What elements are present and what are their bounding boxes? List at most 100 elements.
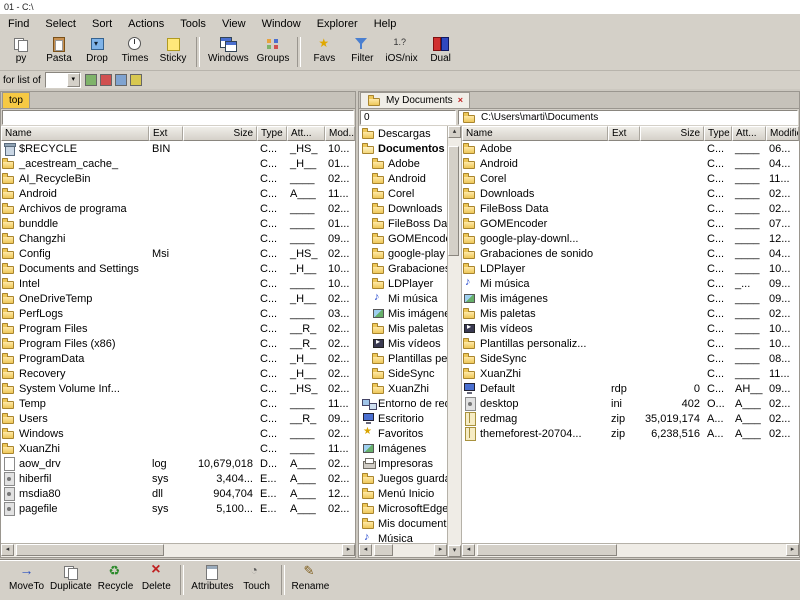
menu-item-actions[interactable]: Actions bbox=[120, 16, 172, 32]
toolbar-button-py[interactable]: py bbox=[2, 35, 40, 65]
menu-item-tools[interactable]: Tools bbox=[172, 16, 214, 32]
right-file-row[interactable]: Mis vídeosC...____10... bbox=[462, 321, 799, 336]
tree-item-grabaciones[interactable]: Grabaciones bbox=[359, 261, 447, 276]
left-file-row[interactable]: $RECYCLEBINC..._HS_10... bbox=[1, 141, 355, 156]
tree-item-android[interactable]: Android bbox=[359, 171, 447, 186]
right-col-size[interactable]: Size bbox=[640, 126, 704, 141]
right-path-bar[interactable]: C:\Users\marti\Documents bbox=[458, 110, 798, 125]
bottom-button-recycle[interactable]: Recycle bbox=[95, 563, 137, 593]
left-file-row[interactable]: bunddleC...____01... bbox=[1, 216, 355, 231]
left-file-row[interactable]: pagefilesys5,100...E...A___02... bbox=[1, 501, 355, 516]
tree-item-microsoftedgee[interactable]: MicrosoftEdgeE bbox=[359, 501, 447, 516]
left-col-mod[interactable]: Mod... bbox=[325, 126, 355, 141]
clear-filter-icon[interactable] bbox=[100, 74, 112, 86]
tree-item-xuanzhi[interactable]: XuanZhi bbox=[359, 381, 447, 396]
menu-item-sort[interactable]: Sort bbox=[84, 16, 120, 32]
menu-item-select[interactable]: Select bbox=[37, 16, 84, 32]
tree-item-mis-paletas[interactable]: Mis paletas bbox=[359, 321, 447, 336]
menu-item-view[interactable]: View bbox=[214, 16, 254, 32]
toolbar-button-dual[interactable]: Dual bbox=[422, 35, 460, 65]
left-col-name[interactable]: Name bbox=[1, 126, 149, 141]
scroll-right-icon[interactable]: ▸ bbox=[342, 544, 355, 556]
filter-combo[interactable]: ▾ bbox=[45, 72, 81, 88]
left-file-row[interactable]: aow_drvlog10,679,018D...A___02... bbox=[1, 456, 355, 471]
bottom-button-attributes[interactable]: Attributes bbox=[188, 563, 236, 593]
toolbar-button-times[interactable]: Times bbox=[116, 35, 154, 65]
scroll-right-icon[interactable]: ▸ bbox=[786, 544, 799, 556]
right-file-row[interactable]: DownloadsC...____02... bbox=[462, 186, 799, 201]
left-col-ext[interactable]: Ext bbox=[149, 126, 183, 141]
tree-item-juegos-guardad[interactable]: Juegos guardad bbox=[359, 471, 447, 486]
right-col-modifie[interactable]: Modifie... bbox=[766, 126, 799, 141]
tab-my-documents[interactable]: My Documents × bbox=[360, 92, 470, 108]
tree-hscrollbar[interactable]: ◂ ▸ bbox=[359, 543, 447, 557]
tree-item-men-inicio[interactable]: Menú Inicio bbox=[359, 486, 447, 501]
tree-item-plantillas-pe[interactable]: Plantillas pe bbox=[359, 351, 447, 366]
right-file-row[interactable]: AndroidC...____04... bbox=[462, 156, 799, 171]
tree-item-m-sica[interactable]: Música bbox=[359, 531, 447, 543]
bottom-button-rename[interactable]: Rename bbox=[289, 563, 333, 593]
left-file-row[interactable]: Program Files (x86)C...__R_02... bbox=[1, 336, 355, 351]
tree-item-adobe[interactable]: Adobe bbox=[359, 156, 447, 171]
scroll-left-icon[interactable]: ◂ bbox=[462, 544, 475, 556]
tree-item-google-play[interactable]: google-play bbox=[359, 246, 447, 261]
apply-filter-icon[interactable] bbox=[85, 74, 97, 86]
refresh-icon[interactable] bbox=[130, 74, 142, 86]
right-file-row[interactable]: desktopini402O...A___02... bbox=[462, 396, 799, 411]
bottom-button-moveto[interactable]: MoveTo bbox=[6, 563, 47, 593]
right-file-row[interactable]: Grabaciones de sonidoC...____04... bbox=[462, 246, 799, 261]
toolbar-button-favs[interactable]: Favs bbox=[305, 35, 343, 65]
tree-vscrollbar[interactable]: ▴ ▾ bbox=[447, 126, 462, 557]
left-file-row[interactable]: XuanZhiC...____11... bbox=[1, 441, 355, 456]
right-file-row[interactable]: AdobeC...____06... bbox=[462, 141, 799, 156]
tree-item-ldplayer[interactable]: LDPlayer bbox=[359, 276, 447, 291]
toolbar-button-pasta[interactable]: Pasta bbox=[40, 35, 78, 65]
right-file-row[interactable]: Plantillas personaliz...C...____10... bbox=[462, 336, 799, 351]
right-file-row[interactable]: Defaultrdp0C...AH__09... bbox=[462, 381, 799, 396]
left-file-row[interactable]: ConfigMsiC..._HS_02... bbox=[1, 246, 355, 261]
left-file-row[interactable]: System Volume Inf...C..._HS_02... bbox=[1, 381, 355, 396]
tree-item-mis-documento[interactable]: Mis documento bbox=[359, 516, 447, 531]
right-file-row[interactable]: redmagzip35,019,174A...A___02... bbox=[462, 411, 799, 426]
left-hscrollbar[interactable]: ◂ ▸ bbox=[1, 543, 355, 557]
left-file-row[interactable]: Program FilesC...__R_02... bbox=[1, 321, 355, 336]
left-file-row[interactable]: IntelC...____10... bbox=[1, 276, 355, 291]
right-col-ext[interactable]: Ext bbox=[608, 126, 640, 141]
tree-item-descargas[interactable]: Descargas bbox=[359, 126, 447, 141]
left-col-type[interactable]: Type bbox=[257, 126, 287, 141]
toolbar-button-filter[interactable]: Filter bbox=[343, 35, 381, 65]
scroll-up-icon[interactable]: ▴ bbox=[448, 126, 461, 138]
right-hscrollbar[interactable]: ◂ ▸ bbox=[462, 543, 799, 557]
right-file-row[interactable]: themeforest-20704...zip6,238,516A...A___… bbox=[462, 426, 799, 441]
left-col-size[interactable]: Size bbox=[183, 126, 257, 141]
tree-header-cell[interactable]: 0 bbox=[360, 110, 456, 125]
right-file-row[interactable]: FileBoss DataC...____02... bbox=[462, 201, 799, 216]
tab-top[interactable]: top bbox=[2, 92, 30, 108]
tree-hscroll-track[interactable] bbox=[372, 544, 434, 557]
toolbar-button-drop[interactable]: Drop bbox=[78, 35, 116, 65]
right-file-row[interactable]: CorelC...____11... bbox=[462, 171, 799, 186]
left-hscroll-thumb[interactable] bbox=[16, 544, 164, 556]
bottom-button-duplicate[interactable]: Duplicate bbox=[47, 563, 95, 593]
right-file-row[interactable]: LDPlayerC...____10... bbox=[462, 261, 799, 276]
left-file-row[interactable]: PerfLogsC...____03... bbox=[1, 306, 355, 321]
left-file-row[interactable]: _acestream_cache_C..._H__01... bbox=[1, 156, 355, 171]
left-file-row[interactable]: UsersC...__R_09... bbox=[1, 411, 355, 426]
left-path-bar[interactable] bbox=[2, 110, 354, 125]
tree-item-fileboss-dat[interactable]: FileBoss Dat bbox=[359, 216, 447, 231]
tree-item-corel[interactable]: Corel bbox=[359, 186, 447, 201]
scroll-down-icon[interactable]: ▾ bbox=[448, 545, 461, 557]
left-file-row[interactable]: ProgramDataC..._H__02... bbox=[1, 351, 355, 366]
left-hscroll-track[interactable] bbox=[14, 544, 342, 557]
toolbar-button-groups[interactable]: Groups bbox=[253, 35, 294, 65]
right-file-row[interactable]: Mi músicaC..._...09... bbox=[462, 276, 799, 291]
right-file-row[interactable]: google-play-downl...C...____12... bbox=[462, 231, 799, 246]
left-file-row[interactable]: ChangzhiC...____09... bbox=[1, 231, 355, 246]
menu-item-explorer[interactable]: Explorer bbox=[309, 16, 366, 32]
scroll-right-icon[interactable]: ▸ bbox=[434, 544, 447, 556]
left-file-row[interactable]: RecoveryC..._H__02... bbox=[1, 366, 355, 381]
right-file-row[interactable]: XuanZhiC...____11... bbox=[462, 366, 799, 381]
filter-options-icon[interactable] bbox=[115, 74, 127, 86]
left-file-row[interactable]: TempC...____11... bbox=[1, 396, 355, 411]
tree-vscroll-thumb[interactable] bbox=[448, 146, 459, 256]
